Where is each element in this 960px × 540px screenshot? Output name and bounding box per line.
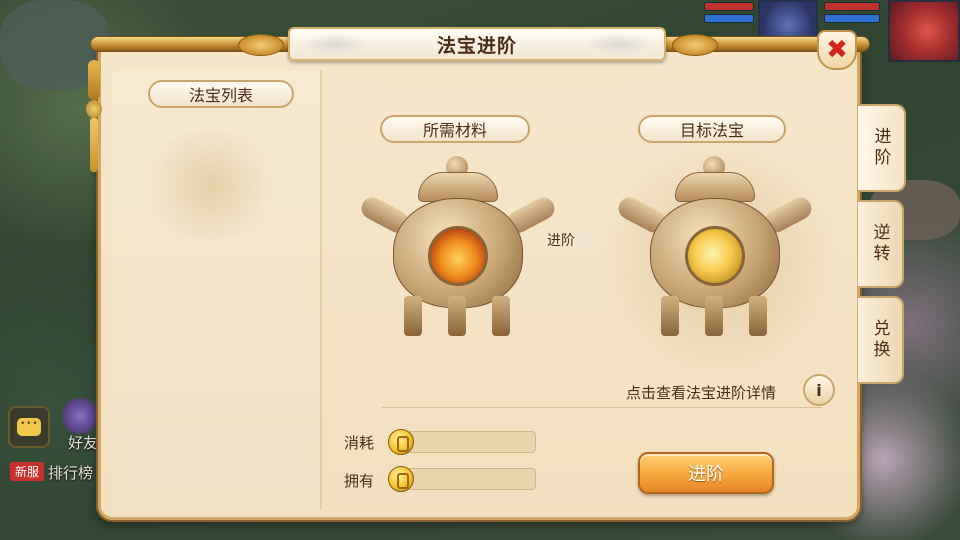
title-ornament-right bbox=[672, 34, 718, 56]
tab-exchange[interactable]: 兑换 bbox=[858, 296, 904, 384]
divider bbox=[382, 407, 822, 408]
close-icon: ✖ bbox=[826, 35, 848, 65]
target-artifact-title: 目标法宝 bbox=[638, 115, 786, 143]
advance-details-link[interactable]: 点击查看法宝进阶详情 bbox=[626, 382, 776, 403]
ink-wash-decoration bbox=[140, 130, 280, 240]
cost-label: 消耗 bbox=[344, 434, 375, 452]
ranking-label[interactable]: 排行榜 bbox=[48, 462, 93, 483]
tab-reverse[interactable]: 逆转 bbox=[858, 200, 904, 288]
chat-button[interactable] bbox=[8, 406, 50, 448]
tassel-ornament bbox=[86, 60, 102, 172]
ranking-badge: 新服 bbox=[10, 462, 45, 481]
required-materials-title: 所需材料 bbox=[380, 115, 530, 143]
required-material-artifact[interactable] bbox=[357, 156, 559, 346]
friends-icon[interactable] bbox=[62, 398, 98, 434]
page-title: 法宝进阶 bbox=[436, 34, 517, 57]
owned-bar bbox=[404, 468, 536, 490]
hp-bar bbox=[704, 2, 754, 11]
arrow-label: 进阶 bbox=[547, 233, 575, 249]
player-avatar[interactable] bbox=[888, 0, 960, 62]
advance-button[interactable]: 进阶 bbox=[638, 452, 774, 494]
coin-icon bbox=[388, 429, 414, 455]
mp-bar bbox=[704, 14, 754, 23]
cloud-decoration bbox=[300, 33, 370, 55]
target-artifact[interactable] bbox=[614, 156, 816, 346]
pet-hp-bar bbox=[824, 2, 880, 11]
chat-bubble-icon bbox=[17, 418, 41, 436]
title-ornament-left bbox=[238, 34, 284, 56]
close-button[interactable]: ✖ bbox=[817, 30, 857, 70]
coin-icon bbox=[388, 466, 414, 492]
owned-label: 拥有 bbox=[344, 472, 375, 490]
artifact-list-title: 法宝列表 bbox=[148, 80, 294, 108]
gold-core-icon bbox=[685, 226, 745, 286]
cloud-decoration bbox=[584, 33, 654, 55]
fire-core-icon bbox=[428, 226, 488, 286]
pet-mp-bar bbox=[824, 14, 880, 23]
tab-advance[interactable]: 进阶 bbox=[858, 104, 906, 192]
info-icon: i bbox=[816, 380, 822, 400]
cost-bar bbox=[404, 431, 536, 453]
advance-arrow: 进阶 bbox=[545, 220, 599, 260]
title-plate: 法宝进阶 bbox=[288, 27, 666, 61]
info-button[interactable]: i bbox=[803, 374, 835, 406]
friends-label[interactable]: 好友 bbox=[68, 432, 98, 453]
